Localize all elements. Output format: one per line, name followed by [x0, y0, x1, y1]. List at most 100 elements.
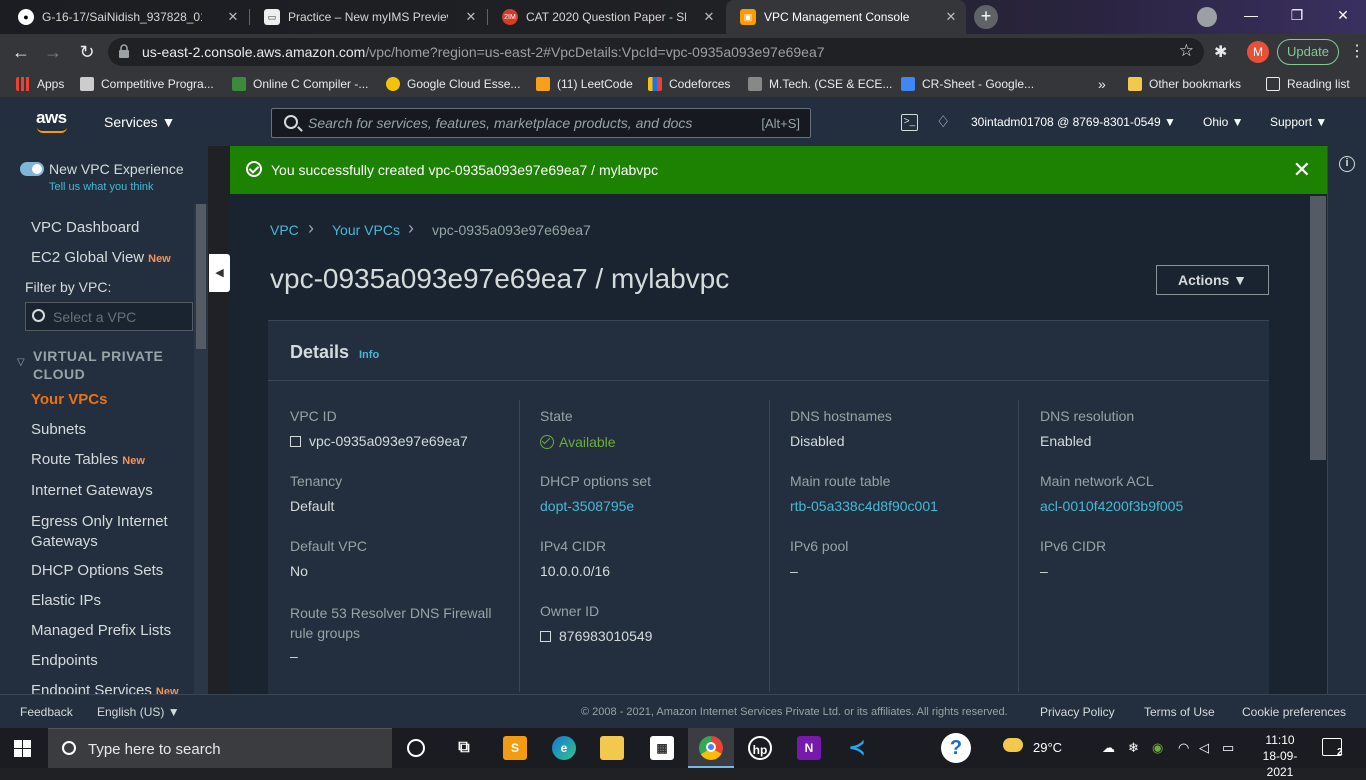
language-indicator-icon[interactable]: ▭	[1222, 740, 1234, 756]
notifications-bell-icon[interactable]: ♢	[936, 112, 950, 132]
sidebar-scroll-thumb[interactable]	[196, 204, 206, 349]
reload-icon[interactable]: ↻	[74, 40, 100, 64]
collapse-sidebar-button[interactable]: ◀	[209, 254, 230, 292]
microsoft-store-icon[interactable]: ▦	[650, 736, 674, 760]
search-input[interactable]	[308, 115, 748, 131]
region-menu[interactable]: Ohio ▼	[1203, 115, 1244, 129]
sidebar-item-endpoints[interactable]: Endpoints	[31, 652, 98, 669]
wifi-icon[interactable]: ◠	[1178, 740, 1189, 756]
aws-logo[interactable]: aws	[36, 108, 67, 128]
tab-vpc-console[interactable]: ▣ VPC Management Console ✕	[726, 0, 966, 34]
tab-close-icon[interactable]: ✕	[702, 9, 716, 25]
tab-myims[interactable]: ▭ Practice – New myIMS Preview ✕	[250, 0, 486, 34]
dhcp-link[interactable]: dopt-3508795e	[540, 498, 634, 514]
sidebar-item-vpc-dashboard[interactable]: VPC Dashboard	[31, 219, 139, 236]
bookmark-competitive[interactable]: Competitive Progra...	[80, 70, 214, 98]
bookmark-codeforces[interactable]: Codeforces	[648, 70, 730, 98]
vscode-icon[interactable]: ≺	[845, 736, 869, 760]
sublime-text-icon[interactable]: S	[503, 736, 527, 760]
bookmark-crsheet[interactable]: CR-Sheet - Google...	[901, 70, 1034, 98]
account-menu[interactable]: 30intadm01708 @ 8769-8301-0549 ▼	[971, 115, 1176, 129]
info-icon[interactable]: i	[1339, 156, 1355, 172]
support-menu[interactable]: Support ▼	[1270, 115, 1327, 129]
profile-avatar[interactable]: M	[1247, 41, 1269, 63]
windows-start-icon[interactable]	[14, 740, 32, 758]
bookmark-apps[interactable]: Apps	[16, 70, 64, 98]
main-scroll-thumb[interactable]	[1310, 196, 1326, 460]
taskbar-clock[interactable]: 11:10 18-09-2021	[1250, 732, 1310, 780]
hp-icon[interactable]: hp	[748, 736, 772, 760]
tab-cat[interactable]: 2IM CAT 2020 Question Paper - Slot ✕	[488, 0, 724, 34]
onenote-icon[interactable]: N	[797, 736, 821, 760]
sidebar-item-ec2-global-view[interactable]: EC2 Global View New	[31, 249, 171, 266]
bookmark-leetcode[interactable]: (11) LeetCode	[536, 70, 633, 98]
sidebar-item-dhcp-options[interactable]: DHCP Options Sets	[31, 562, 163, 579]
copy-icon[interactable]	[290, 436, 301, 447]
sidebar-item-elastic-ips[interactable]: Elastic IPs	[31, 592, 101, 609]
update-button[interactable]: Update	[1277, 39, 1339, 65]
tab-github[interactable]: ● G-16-17/SaiNidish_937828_017 ✕	[4, 0, 248, 34]
bookmark-gcloud[interactable]: Google Cloud Esse...	[386, 70, 520, 98]
aws-search-box[interactable]: [Alt+S]	[271, 108, 811, 138]
actions-button[interactable]: Actions ▼	[1156, 265, 1269, 295]
services-menu[interactable]: Services ▼	[104, 114, 175, 130]
bookmark-mtech[interactable]: M.Tech. (CSE & ECE...	[748, 70, 892, 98]
tab-search-icon[interactable]	[1197, 7, 1217, 27]
sidebar-item-endpoint-services[interactable]: Endpoint Services New	[31, 682, 179, 694]
address-bar[interactable]: us-east-2.console.aws.amazon.com/vpc/hom…	[108, 38, 1204, 66]
tab-close-icon[interactable]: ✕	[464, 9, 478, 25]
file-explorer-icon[interactable]	[600, 736, 624, 760]
new-experience-toggle[interactable]	[20, 162, 44, 176]
caret-down-icon[interactable]: ▽	[17, 357, 25, 368]
weather-icon[interactable]	[1003, 738, 1023, 752]
copy-icon[interactable]	[540, 631, 551, 642]
feedback-link[interactable]: Tell us what you think	[49, 181, 154, 193]
sidebar-item-internet-gateways[interactable]: Internet Gateways	[31, 482, 153, 499]
terms-of-use-link[interactable]: Terms of Use	[1144, 705, 1215, 719]
back-arrow-icon[interactable]: ←	[8, 40, 34, 64]
cookie-preferences-link[interactable]: Cookie preferences	[1242, 705, 1346, 719]
breadcrumb-vpc[interactable]: VPC	[270, 222, 299, 238]
sidebar-item-subnets[interactable]: Subnets	[31, 421, 86, 438]
cortana-icon[interactable]	[407, 739, 425, 757]
main-acl-link[interactable]: acl-0010f4200f3b9f005	[1040, 498, 1183, 514]
footer-feedback-link[interactable]: Feedback	[20, 705, 73, 719]
close-window-button[interactable]: ✕	[1320, 0, 1366, 32]
language-selector[interactable]: English (US) ▼	[97, 705, 180, 719]
dismiss-banner-icon[interactable]: ✕	[1293, 157, 1311, 183]
chrome-menu-icon[interactable]: ⋮	[1349, 41, 1365, 61]
edge-icon[interactable]: e	[552, 736, 576, 760]
chrome-icon[interactable]	[699, 736, 723, 760]
nvidia-icon[interactable]: ◉	[1152, 740, 1163, 756]
sidebar-item-prefix-lists[interactable]: Managed Prefix Lists	[31, 622, 171, 639]
help-icon[interactable]: ?	[941, 733, 971, 763]
extensions-puzzle-icon[interactable]: ✱	[1214, 42, 1227, 62]
maximize-button[interactable]: ❐	[1274, 0, 1320, 32]
cloudshell-icon[interactable]: >_	[901, 114, 918, 131]
bookmark-overflow-chevron[interactable]: »	[1098, 70, 1106, 98]
sidebar-item-route-tables[interactable]: Route Tables New	[31, 451, 145, 468]
temperature[interactable]: 29°C	[1033, 740, 1062, 755]
taskbar-search-box[interactable]	[48, 728, 392, 768]
bookmark-compiler[interactable]: Online C Compiler -...	[232, 70, 368, 98]
minimize-button[interactable]: —	[1228, 0, 1274, 32]
sidebar-item-your-vpcs[interactable]: Your VPCs	[31, 391, 107, 408]
task-view-icon[interactable]: ⧉	[452, 736, 476, 760]
vpc-filter-input[interactable]	[25, 302, 193, 331]
onedrive-icon[interactable]: ☁	[1102, 740, 1115, 756]
bookmark-other[interactable]: Other bookmarks	[1128, 70, 1241, 98]
sidebar-item-egress-gateways[interactable]: Egress Only Internet Gateways	[31, 512, 191, 552]
privacy-policy-link[interactable]: Privacy Policy	[1040, 705, 1115, 719]
breadcrumb-your-vpcs[interactable]: Your VPCs	[332, 222, 400, 238]
network-status-icon[interactable]: ❄	[1128, 740, 1139, 756]
section-heading[interactable]: VIRTUAL PRIVATE CLOUD	[33, 347, 188, 383]
info-link[interactable]: Info	[359, 349, 379, 361]
main-route-link[interactable]: rtb-05a338c4d8f90c001	[790, 498, 938, 514]
tab-close-icon[interactable]: ✕	[226, 9, 240, 25]
tab-close-icon[interactable]: ✕	[944, 9, 958, 25]
new-tab-button[interactable]: +	[974, 5, 998, 29]
forward-arrow-icon[interactable]: →	[40, 40, 66, 64]
taskbar-search-input[interactable]	[88, 741, 378, 758]
bookmark-reading-list[interactable]: Reading list	[1266, 70, 1350, 98]
bookmark-star-icon[interactable]: ☆	[1179, 41, 1194, 61]
